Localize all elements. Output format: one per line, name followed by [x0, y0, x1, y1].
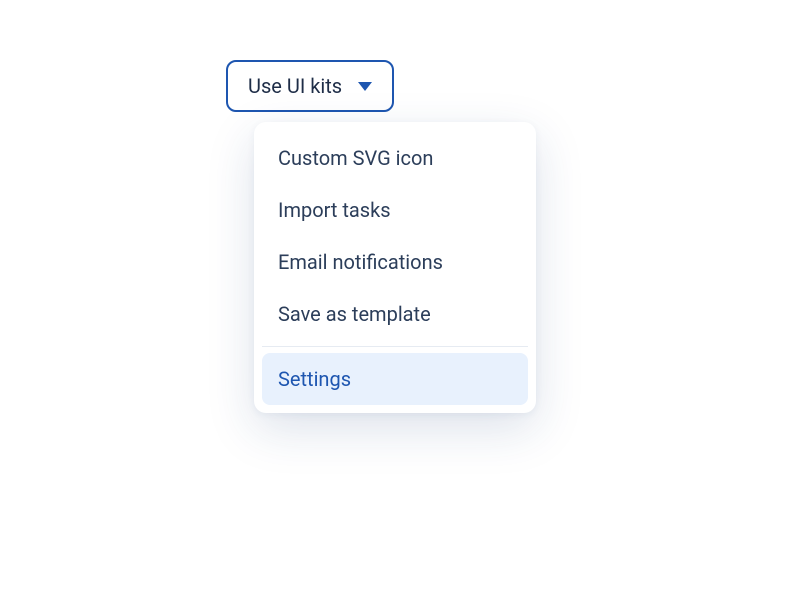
menu-divider	[262, 346, 528, 347]
menu-item-custom-svg-icon[interactable]: Custom SVG icon	[254, 132, 536, 184]
menu-item-label: Custom SVG icon	[278, 146, 433, 170]
dropdown-trigger-label: Use UI kits	[248, 74, 342, 98]
menu-item-settings[interactable]: Settings	[262, 353, 528, 405]
menu-item-email-notifications[interactable]: Email notifications	[254, 236, 536, 288]
menu-item-import-tasks[interactable]: Import tasks	[254, 184, 536, 236]
menu-item-label: Email notifications	[278, 250, 443, 274]
caret-down-icon	[358, 82, 372, 91]
dropdown-container: Use UI kits Custom SVG icon Import tasks…	[226, 60, 394, 112]
menu-item-label: Import tasks	[278, 198, 391, 222]
menu-item-label: Settings	[278, 367, 351, 391]
dropdown-menu: Custom SVG icon Import tasks Email notif…	[254, 122, 536, 413]
dropdown-trigger[interactable]: Use UI kits	[226, 60, 394, 112]
menu-item-label: Save as template	[278, 302, 431, 326]
menu-item-save-as-template[interactable]: Save as template	[254, 288, 536, 340]
